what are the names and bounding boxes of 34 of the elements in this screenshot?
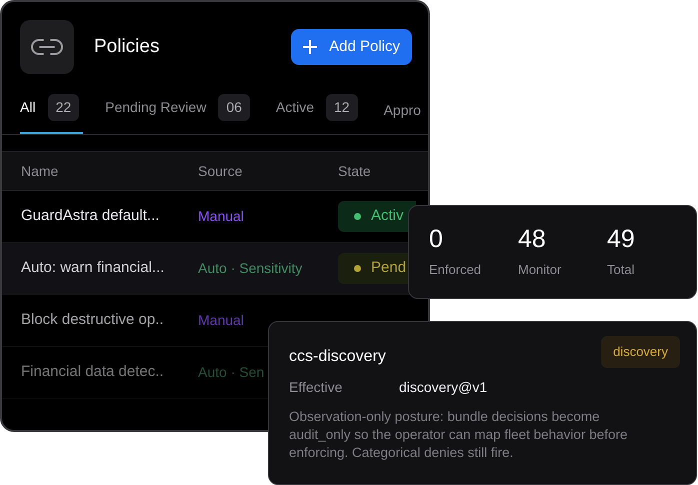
filter-tab[interactable]: All 22 — [20, 94, 84, 134]
stat-value: 0 — [429, 224, 444, 254]
plus-icon — [303, 40, 318, 54]
state-badge: Activ — [338, 201, 416, 232]
count-badge: 06 — [218, 94, 250, 121]
policy-source: Auto · Sen — [198, 363, 266, 382]
stat-value: 49 — [607, 224, 636, 254]
posture-description: Observation-only posture: bundle decisions become audit_only so the operator can map fleet behavior before enforcing. Categorical denies still fire. — [289, 408, 628, 462]
column-header: Name — [21, 162, 60, 180]
policy-name: Auto: warn financial... — [21, 258, 166, 278]
filter-tab[interactable]: Appro — [384, 100, 425, 134]
column-header: Source — [198, 162, 244, 180]
column-header: State — [338, 162, 371, 180]
policy-name: Block destructive op.. — [21, 310, 165, 330]
policy-source: Auto · Sensitivity — [198, 259, 304, 278]
filter-tab[interactable]: Active 12 — [276, 94, 362, 134]
policy-source: Manual — [198, 207, 245, 226]
detail-title: ccs-discovery — [289, 347, 386, 367]
policy-name: Financial data detec.. — [21, 362, 165, 382]
count-badge: 22 — [48, 94, 80, 121]
stat-label: Enforced — [429, 261, 482, 279]
policy-source: Manual — [198, 311, 245, 330]
link-icon — [30, 37, 64, 57]
stat-label: Monitor — [518, 261, 562, 279]
page-title: Policies — [94, 34, 160, 59]
policy-name: GuardAstra default... — [21, 206, 160, 226]
posture-tag: discovery — [601, 336, 680, 368]
count-badge: 12 — [326, 94, 358, 121]
stat-value: 48 — [518, 224, 547, 254]
filter-tab[interactable]: Pending Review 06 — [105, 94, 254, 134]
field-label: Effective — [289, 378, 344, 397]
stat-label: Total — [607, 261, 636, 279]
field-value: discovery@v1 — [399, 378, 488, 397]
add-policy-button[interactable]: Add Policy — [291, 29, 412, 65]
